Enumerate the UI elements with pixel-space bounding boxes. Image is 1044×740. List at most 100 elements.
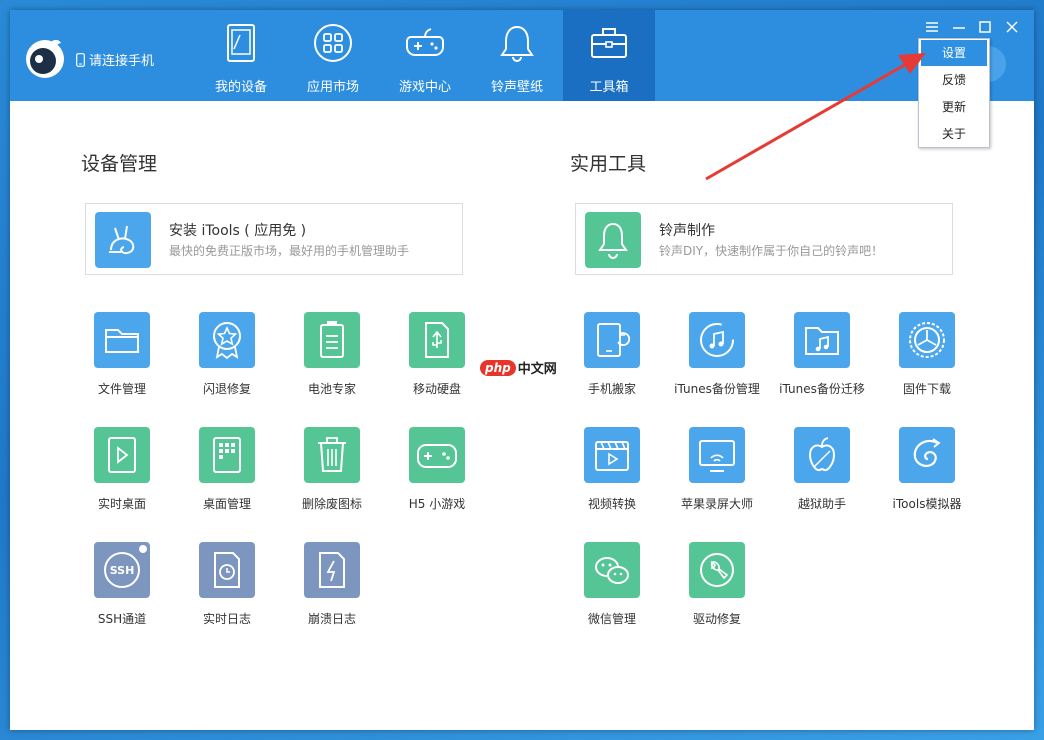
firmware-gear-icon	[899, 312, 955, 368]
connect-phone-status[interactable]: 请连接手机	[76, 50, 154, 69]
swirl-icon	[899, 427, 955, 483]
apple-icon	[794, 427, 850, 483]
tab-label: 工具箱	[589, 80, 629, 95]
trash-icon	[304, 427, 360, 483]
tab-game-center[interactable]: 游戏中心	[379, 10, 471, 101]
close-icon[interactable]	[1003, 18, 1021, 36]
tool-label: 文件管理	[97, 382, 146, 396]
tool-h5-games[interactable]: H5 小游戏	[387, 427, 487, 527]
tool-label: 移动硬盘	[412, 382, 461, 396]
music-folder-icon	[794, 312, 850, 368]
tool-itools-simulator[interactable]: iTools模拟器	[877, 427, 977, 527]
tool-label: iTunes备份管理	[674, 382, 760, 396]
menu-icon[interactable]	[923, 18, 941, 36]
menu-item-feedback[interactable]: 反馈	[921, 67, 987, 93]
maximize-icon[interactable]	[976, 18, 994, 36]
apps-grid-icon	[314, 24, 352, 62]
ssh-icon: SSH	[94, 542, 150, 598]
tool-video-convert[interactable]: 视频转换	[562, 427, 662, 527]
card-title: 铃声制作	[659, 223, 715, 239]
tab-ringtone-wallpaper[interactable]: 铃声壁纸	[471, 10, 563, 101]
tablet-icon	[227, 24, 255, 62]
tool-itunes-backup-manager[interactable]: iTunes备份管理	[667, 312, 767, 412]
tool-delete-icons[interactable]: 删除废图标	[282, 427, 382, 527]
install-itools-card[interactable]: 安装 iTools ( 应用免 ) 最快的免费正版市场，最好用的手机管理助手	[85, 203, 463, 275]
tab-label: 铃声壁纸	[490, 80, 543, 95]
watermark-pill: php	[480, 359, 516, 376]
device-section-title: 设备管理	[81, 153, 158, 175]
tool-label: 视频转换	[587, 497, 636, 511]
tool-live-desktop[interactable]: 实时桌面	[72, 427, 172, 527]
folder-icon	[94, 312, 150, 368]
tool-label: 苹果录屏大师	[680, 497, 753, 511]
tool-itunes-backup-migration[interactable]: iTunes备份迁移	[772, 312, 872, 412]
tool-label: iTools模拟器	[892, 497, 962, 511]
card-title: 安装 iTools ( 应用免 )	[169, 223, 307, 239]
phone-transfer-icon	[584, 312, 640, 368]
tool-live-log[interactable]: 实时日志	[177, 542, 277, 642]
gamepad-icon	[409, 427, 465, 483]
bell-icon	[500, 25, 534, 62]
tool-label: 实时桌面	[97, 497, 146, 511]
wrench-icon	[689, 542, 745, 598]
tool-desktop-manager[interactable]: 桌面管理	[177, 427, 277, 527]
tool-phone-migration[interactable]: 手机搬家	[562, 312, 662, 412]
rabbit-icon	[95, 212, 151, 268]
connect-phone-label: 请连接手机	[89, 54, 155, 69]
menu-item-about[interactable]: 关于	[921, 121, 987, 147]
itools-window: 请连接手机 我的设备 应用市场 游戏中心 铃声壁纸 工具箱 设置 反馈 更新 关…	[10, 10, 1034, 730]
tool-driver-repair[interactable]: 驱动修复	[667, 542, 767, 642]
gamepad-icon	[406, 28, 444, 56]
tool-label: 桌面管理	[202, 497, 251, 511]
tool-ssh-channel[interactable]: SSH SSH通道	[72, 542, 172, 642]
tool-battery-expert[interactable]: 电池专家	[282, 312, 382, 412]
title-bar: 请连接手机 我的设备 应用市场 游戏中心 铃声壁纸 工具箱	[10, 10, 1034, 101]
tab-label: 我的设备	[214, 80, 267, 95]
usb-drive-icon	[409, 312, 465, 368]
php-watermark: php 中文网	[480, 358, 557, 377]
tool-jailbreak-assistant[interactable]: 越狱助手	[772, 427, 872, 527]
tool-label: 删除废图标	[301, 497, 362, 511]
itools-logo-icon	[26, 39, 64, 78]
clock-doc-icon	[199, 542, 255, 598]
tab-app-market[interactable]: 应用市场	[287, 10, 379, 101]
tool-firmware-download[interactable]: 固件下载	[877, 312, 977, 412]
tool-label: 固件下载	[902, 382, 951, 396]
tool-label: 崩溃日志	[307, 612, 356, 626]
tool-label: H5 小游戏	[408, 497, 466, 511]
menu-item-update[interactable]: 更新	[921, 94, 987, 120]
card-description: 铃声DIY，快速制作属于你自己的铃声吧！	[659, 244, 884, 258]
settings-dropdown-menu: 设置 反馈 更新 关于	[918, 38, 990, 148]
tool-label: 微信管理	[587, 612, 636, 626]
tab-toolbox[interactable]: 工具箱	[563, 10, 655, 101]
toolbox-icon	[591, 28, 627, 58]
tab-my-device[interactable]: 我的设备	[195, 10, 287, 101]
utility-section-title: 实用工具	[570, 153, 647, 175]
tool-file-manager[interactable]: 文件管理	[72, 312, 172, 412]
tab-label: 游戏中心	[398, 80, 451, 95]
svg-text:SSH: SSH	[110, 564, 135, 577]
tool-crash-log[interactable]: 崩溃日志	[282, 542, 382, 642]
tool-label: 电池专家	[307, 382, 356, 396]
ringtone-maker-card[interactable]: 铃声制作 铃声DIY，快速制作属于你自己的铃声吧！	[575, 203, 953, 275]
tool-label: iTunes备份迁移	[779, 382, 865, 396]
tool-usb-drive[interactable]: 移动硬盘	[387, 312, 487, 412]
lightning-doc-icon	[304, 542, 360, 598]
phone-icon	[76, 52, 85, 67]
tool-crash-fix[interactable]: 闪退修复	[177, 312, 277, 412]
clapperboard-icon	[584, 427, 640, 483]
tool-screen-mirroring[interactable]: 苹果录屏大师	[667, 427, 767, 527]
bell-icon	[585, 212, 641, 268]
tool-label: SSH通道	[97, 612, 147, 626]
tab-label: 应用市场	[306, 80, 359, 95]
desktop-grid-icon	[199, 427, 255, 483]
airplay-icon	[689, 427, 745, 483]
play-screen-icon	[94, 427, 150, 483]
tool-label: 实时日志	[202, 612, 251, 626]
music-sync-icon	[689, 312, 745, 368]
tool-wechat-manager[interactable]: 微信管理	[562, 542, 662, 642]
battery-icon	[304, 312, 360, 368]
minimize-icon[interactable]	[950, 18, 968, 36]
tool-label: 驱动修复	[692, 612, 741, 626]
menu-item-settings[interactable]: 设置	[921, 40, 987, 66]
